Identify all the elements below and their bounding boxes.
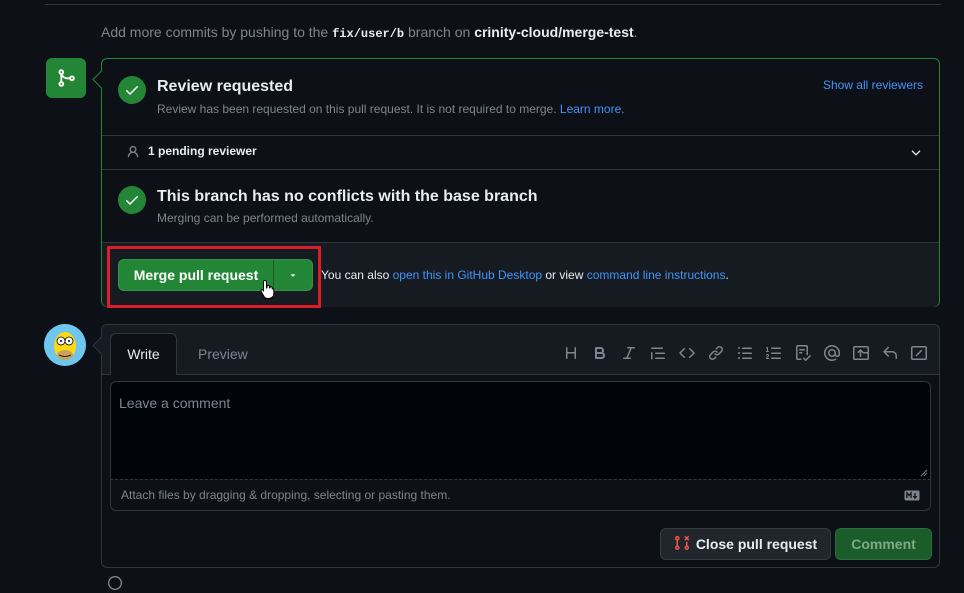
pending-reviewer-label: 1 pending reviewer: [148, 144, 257, 158]
mention-icon[interactable]: [822, 343, 842, 363]
git-merge-icon: [46, 58, 86, 98]
attach-hint: Attach files by dragging & dropping, sel…: [121, 488, 451, 502]
merge-alternatives-text: You can also open this in GitHub Desktop…: [321, 268, 729, 282]
push-hint: Add more commits by pushing to the fix/u…: [101, 24, 638, 41]
conflicts-subtitle: Merging can be performed automatically.: [157, 211, 374, 225]
timeline-top-border: [45, 0, 941, 5]
pending-reviewers-toggle[interactable]: 1 pending reviewer: [102, 136, 939, 170]
reply-icon[interactable]: [880, 343, 900, 363]
close-pull-request-button[interactable]: Close pull request: [660, 528, 831, 560]
code-icon[interactable]: [677, 343, 697, 363]
branch-name: fix/user/b: [332, 27, 405, 41]
link-icon[interactable]: [706, 343, 726, 363]
fullscreen-icon[interactable]: [909, 343, 929, 363]
comment-button[interactable]: Comment: [835, 528, 932, 560]
info-icon: [108, 576, 122, 593]
review-title: Review requested: [157, 78, 294, 95]
task-list-icon[interactable]: [793, 343, 813, 363]
markdown-toolbar: [561, 343, 929, 363]
avatar: [44, 324, 86, 366]
tab-preview[interactable]: Preview: [198, 346, 248, 362]
ordered-list-icon[interactable]: [764, 343, 784, 363]
learn-more-link[interactable]: Learn more.: [560, 102, 625, 116]
file-attach-area[interactable]: Attach files by dragging & dropping, sel…: [110, 479, 931, 511]
tab-write[interactable]: Write: [110, 333, 177, 375]
bold-icon[interactable]: [590, 343, 610, 363]
conflicts-title: This branch has no conflicts with the ba…: [157, 188, 538, 205]
check-icon: [118, 76, 146, 104]
hand-cursor-icon: [260, 279, 276, 302]
italic-icon[interactable]: [619, 343, 639, 363]
heading-icon[interactable]: [561, 343, 581, 363]
pull-request-closed-icon: [674, 535, 690, 554]
comment-placeholder: Leave a comment: [119, 395, 231, 411]
comment-tabs: Write Preview: [102, 325, 939, 375]
review-subtitle: Review has been requested on this pull r…: [157, 102, 625, 116]
command-line-link[interactable]: command line instructions: [587, 268, 726, 282]
resize-handle-icon: [920, 469, 928, 477]
markdown-icon: [904, 488, 920, 504]
comment-form: Write Preview Leave a comment Attach fil…: [92, 324, 940, 568]
merge-pull-request-button[interactable]: Merge pull request: [118, 259, 313, 291]
triangle-down-icon: [290, 274, 296, 277]
show-all-reviewers-link[interactable]: Show all reviewers: [823, 78, 923, 92]
comment-textarea[interactable]: Leave a comment: [110, 381, 931, 479]
merge-options-dropdown[interactable]: [274, 270, 312, 280]
repo-name: crinity-cloud/merge-test: [474, 24, 634, 40]
unordered-list-icon[interactable]: [735, 343, 755, 363]
close-pull-request-label: Close pull request: [695, 536, 818, 552]
merge-button-label: Merge pull request: [133, 267, 259, 283]
quote-icon[interactable]: [648, 343, 668, 363]
github-desktop-link[interactable]: open this in GitHub Desktop: [393, 268, 542, 282]
check-icon: [118, 186, 146, 214]
reference-icon[interactable]: [851, 343, 871, 363]
chevron-down-icon: [909, 146, 923, 163]
person-icon: [126, 145, 140, 162]
